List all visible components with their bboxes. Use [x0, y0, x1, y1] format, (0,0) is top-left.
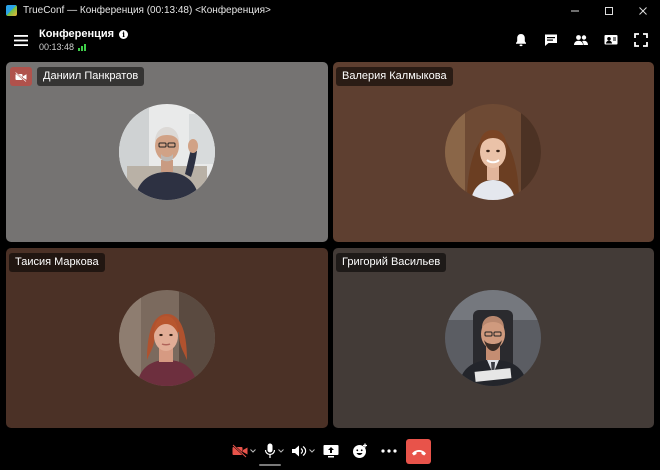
camera-toggle-button[interactable]	[232, 441, 256, 461]
trueconf-logo-icon	[6, 5, 17, 16]
chevron-down-icon[interactable]	[278, 449, 284, 453]
maximize-icon	[605, 6, 613, 15]
window-controls	[558, 0, 660, 21]
call-toolbar	[0, 431, 660, 470]
camera-off-icon	[232, 444, 248, 458]
header-actions	[512, 31, 650, 49]
chevron-down-icon[interactable]	[309, 449, 315, 453]
conference-title: Конференция	[39, 28, 115, 40]
participant-tile[interactable]: Григорий Васильев	[333, 248, 654, 428]
microphone-level-bar	[259, 464, 281, 466]
close-button[interactable]	[626, 0, 660, 21]
content-icon	[604, 35, 618, 45]
chat-button[interactable]	[542, 31, 560, 49]
participant-tile[interactable]: Валерия Калмыкова	[333, 62, 654, 242]
share-screen-icon	[323, 445, 339, 458]
fullscreen-icon	[634, 33, 648, 47]
participant-photo	[445, 104, 541, 200]
participant-name: Валерия Калмыкова	[336, 67, 453, 86]
camera-off-icon	[15, 71, 27, 82]
bell-icon	[516, 34, 526, 47]
video-grid: Даниил Панкратов Валерия Калмыкова Таиси…	[0, 59, 660, 431]
signal-strength-icon	[78, 43, 87, 51]
conference-header: Конференция i 00:13:48	[0, 21, 660, 59]
participants-icon	[574, 35, 588, 45]
window-title: TrueConf — Конференция (00:13:48) <Конфе…	[23, 5, 271, 16]
share-screen-button[interactable]	[322, 441, 340, 461]
participant-photo	[119, 104, 215, 200]
close-icon	[639, 6, 647, 15]
avatar	[119, 290, 215, 386]
chevron-down-icon[interactable]	[250, 449, 256, 453]
participant-name: Даниил Панкратов	[37, 67, 145, 86]
reactions-button[interactable]	[351, 441, 369, 461]
more-icon	[381, 449, 397, 453]
hamburger-icon	[14, 34, 28, 46]
microphone-icon	[264, 443, 276, 458]
conference-info: Конференция i 00:13:48	[39, 28, 129, 52]
hang-up-icon	[411, 449, 426, 455]
reactions-icon	[353, 443, 367, 458]
more-button[interactable]	[380, 441, 398, 461]
participant-photo	[445, 290, 541, 386]
participant-tile[interactable]: Даниил Панкратов	[6, 62, 328, 242]
participant-name: Таисия Маркова	[9, 253, 105, 272]
menu-button[interactable]	[12, 33, 30, 47]
avatar	[445, 290, 541, 386]
content-button[interactable]	[602, 31, 620, 49]
participants-button[interactable]	[572, 31, 590, 49]
participant-name: Григорий Васильев	[336, 253, 447, 272]
fullscreen-button[interactable]	[632, 31, 650, 49]
chat-icon	[545, 34, 557, 46]
avatar	[119, 104, 215, 200]
microphone-toggle-button[interactable]	[262, 441, 286, 461]
maximize-button[interactable]	[592, 0, 626, 21]
avatar	[445, 104, 541, 200]
speaker-toggle-button[interactable]	[291, 441, 315, 461]
speaker-icon	[292, 445, 307, 457]
window-titlebar: TrueConf — Конференция (00:13:48) <Конфе…	[0, 0, 660, 21]
participant-tile[interactable]: Таисия Маркова	[6, 248, 328, 428]
conference-timer: 00:13:48	[39, 42, 75, 52]
minimize-button[interactable]	[558, 0, 592, 21]
participant-photo	[119, 290, 215, 386]
camera-off-badge	[10, 67, 32, 86]
info-icon[interactable]: i	[119, 29, 129, 39]
notifications-button[interactable]	[512, 31, 530, 49]
minimize-icon	[571, 10, 579, 11]
hang-up-button[interactable]	[406, 439, 431, 464]
